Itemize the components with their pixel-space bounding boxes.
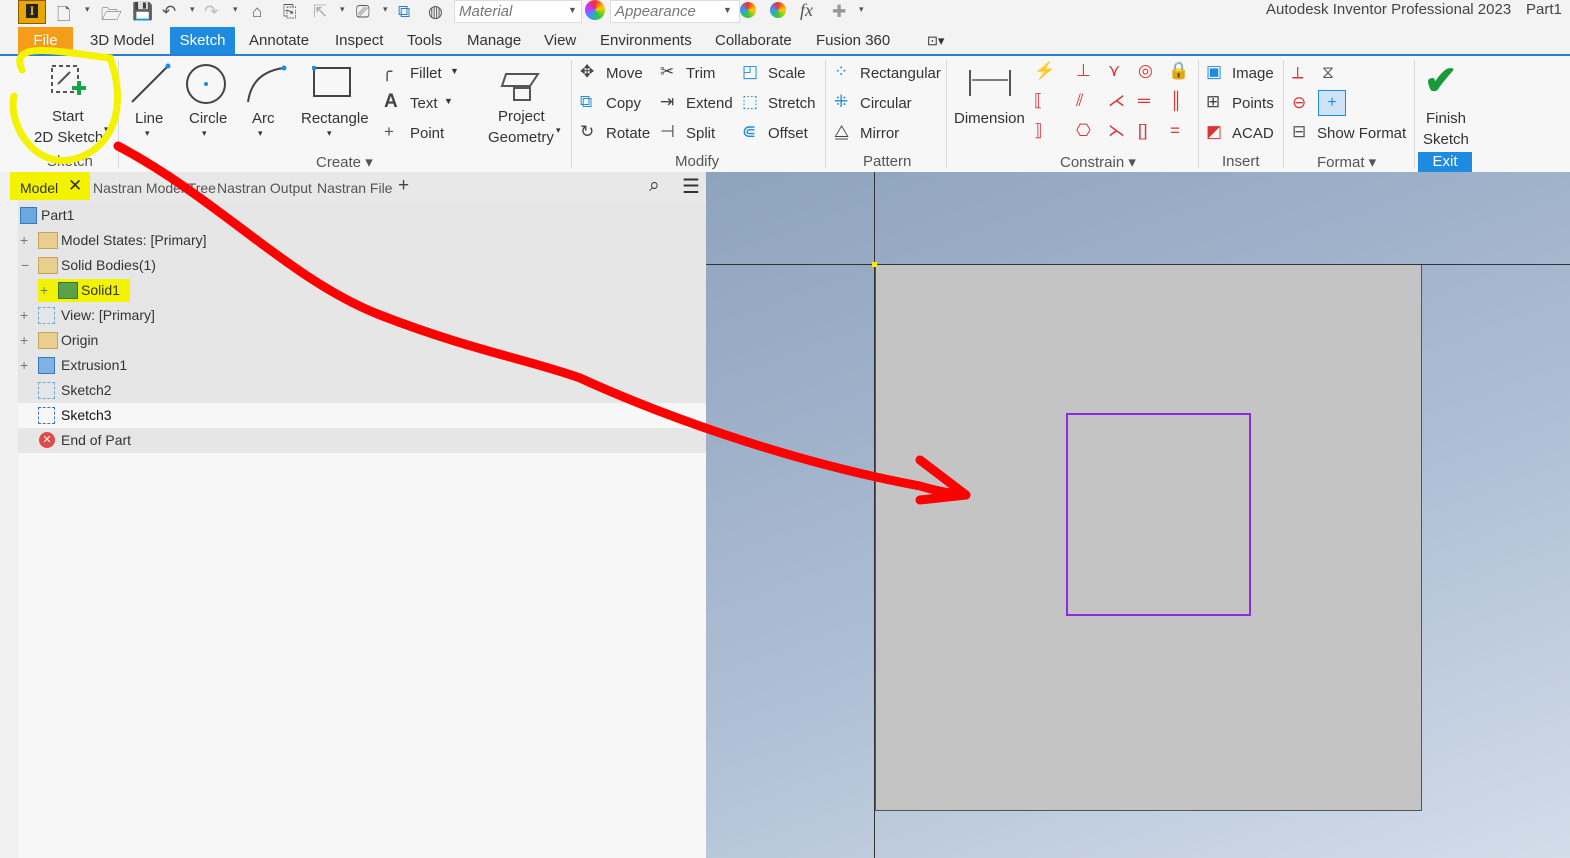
annotation-overlay	[9, 47, 971, 505]
